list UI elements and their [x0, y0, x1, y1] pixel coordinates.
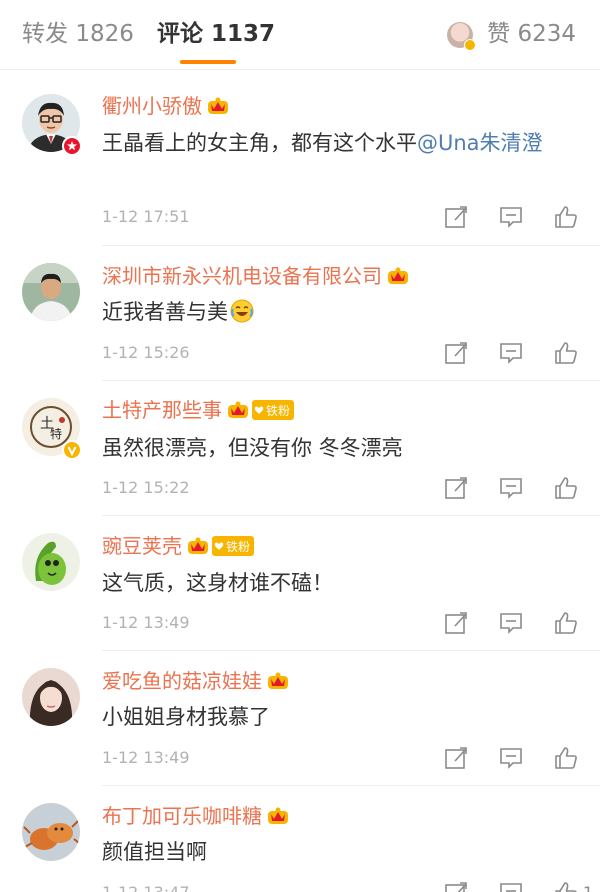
heart-icon	[254, 406, 264, 414]
like-thumb-icon[interactable]	[553, 340, 579, 366]
share-icon[interactable]	[443, 475, 469, 501]
comment-item: 衢州小骄傲 王晶看上的女主角，都有这个水平@Una朱清澄 1-12 17:51	[0, 70, 600, 246]
comment-timestamp: 1-12 15:26	[102, 343, 190, 362]
tab-like[interactable]: 赞 6234	[487, 18, 576, 50]
comment-timestamp: 1-12 17:51	[102, 207, 190, 226]
mention-link[interactable]: @Una朱清澄	[417, 131, 543, 155]
share-icon[interactable]	[443, 610, 469, 636]
verified-icon	[464, 39, 476, 51]
like-thumb-icon[interactable]	[553, 745, 579, 771]
comment-timestamp: 1-12 13:49	[102, 748, 190, 767]
vip-crown-icon	[268, 672, 288, 689]
comment-item: 爱吃鱼的菇凉娃娃 小姐姐身材我慕了 1-12 13:49	[0, 651, 600, 786]
like-thumb-icon[interactable]	[553, 880, 579, 892]
fan-badge-label: 铁粉	[226, 539, 251, 554]
tab-repost[interactable]: 转发 1826	[22, 18, 134, 50]
share-icon[interactable]	[443, 204, 469, 230]
like-count: 1	[583, 881, 593, 892]
comment-item: 布丁加可乐咖啡糖 颜值担当啊 1-12 13:47 1	[0, 786, 600, 892]
username-link[interactable]: 衢州小骄傲	[102, 91, 202, 121]
comment-timestamp: 1-12 13:49	[102, 613, 190, 632]
laugh-cry-emoji-icon	[230, 299, 254, 323]
avatar[interactable]	[22, 263, 80, 321]
tab-comment-count: 1137	[211, 21, 276, 47]
avatar[interactable]	[22, 803, 80, 861]
comment-item: 豌豆荚壳 铁粉 这气质，这身材谁不磕！ 1-12 13:49	[0, 516, 600, 651]
svg-text:特: 特	[50, 426, 62, 441]
comment-text: 王晶看上的女主角，都有这个水平@Una朱清澄	[102, 126, 582, 160]
like-thumb-icon[interactable]	[553, 610, 579, 636]
fan-badge-label: 铁粉	[266, 403, 291, 418]
heart-icon	[214, 542, 224, 550]
vip-crown-icon	[268, 807, 288, 824]
liker-avatar[interactable]	[447, 22, 476, 51]
tab-comment-label: 评论	[157, 21, 203, 47]
comment-text: 小姐姐身材我慕了	[102, 700, 582, 734]
comment-text: 虽然很漂亮，但没有你 冬冬漂亮	[102, 431, 582, 465]
username-link[interactable]: 布丁加可乐咖啡糖	[102, 801, 262, 831]
vip-crown-icon	[388, 267, 408, 284]
vip-crown-icon	[188, 537, 208, 554]
reply-icon[interactable]	[498, 880, 524, 892]
reply-icon[interactable]	[498, 610, 524, 636]
username-link[interactable]: 深圳市新永兴机电设备有限公司	[102, 261, 382, 291]
reply-icon[interactable]	[498, 745, 524, 771]
vip-crown-icon	[208, 97, 228, 114]
avatar[interactable]	[22, 533, 80, 591]
fan-badge: 铁粉	[252, 400, 295, 420]
comment-text: 近我者善与美	[102, 295, 582, 329]
comment-body: 王晶看上的女主角，都有这个水平	[102, 131, 417, 155]
verified-badge-icon	[62, 136, 82, 156]
reply-icon[interactable]	[498, 475, 524, 501]
reply-icon[interactable]	[498, 204, 524, 230]
username-link[interactable]: 土特产那些事	[102, 395, 222, 425]
avatar[interactable]	[22, 668, 80, 726]
share-icon[interactable]	[443, 880, 469, 892]
tab-comment[interactable]: 评论 1137	[157, 18, 275, 50]
active-tab-indicator	[180, 60, 236, 64]
vip-crown-icon	[228, 401, 248, 418]
comment-body: 虽然很漂亮，但没有你 冬冬漂亮	[102, 436, 403, 460]
like-thumb-icon[interactable]	[553, 475, 579, 501]
username-link[interactable]: 豌豆荚壳	[102, 531, 182, 561]
comment-text: 这气质，这身材谁不磕！	[102, 566, 582, 600]
comment-timestamp: 1-12 15:22	[102, 478, 190, 497]
comment-item: 深圳市新永兴机电设备有限公司 近我者善与美 1-12 15:26	[0, 246, 600, 381]
comment-body: 近我者善与美	[102, 300, 228, 324]
comment-body: 小姐姐身材我慕了	[102, 705, 270, 729]
verified-badge-icon	[62, 440, 82, 460]
comment-text: 颜值担当啊	[102, 835, 582, 869]
share-icon[interactable]	[443, 745, 469, 771]
like-thumb-icon[interactable]	[553, 204, 579, 230]
fan-badge: 铁粉	[212, 536, 255, 556]
comment-body: 这气质，这身材谁不磕！	[102, 571, 333, 595]
username-link[interactable]: 爱吃鱼的菇凉娃娃	[102, 666, 262, 696]
share-icon[interactable]	[443, 340, 469, 366]
tab-bar: 转发 1826 评论 1137 赞 6234	[0, 0, 600, 70]
comment-timestamp: 1-12 13:47	[102, 881, 190, 892]
tab-like-count: 6234	[517, 21, 576, 47]
reply-icon[interactable]	[498, 340, 524, 366]
comment-item: 土 特 土特产那些事 铁粉 虽然很漂亮，但没有你 冬冬漂亮 1-12 15:22	[0, 381, 600, 516]
tab-like-label: 赞	[487, 21, 511, 47]
tab-repost-label: 转发	[22, 21, 68, 47]
tab-repost-count: 1826	[75, 21, 134, 47]
comment-body: 颜值担当啊	[102, 840, 207, 864]
